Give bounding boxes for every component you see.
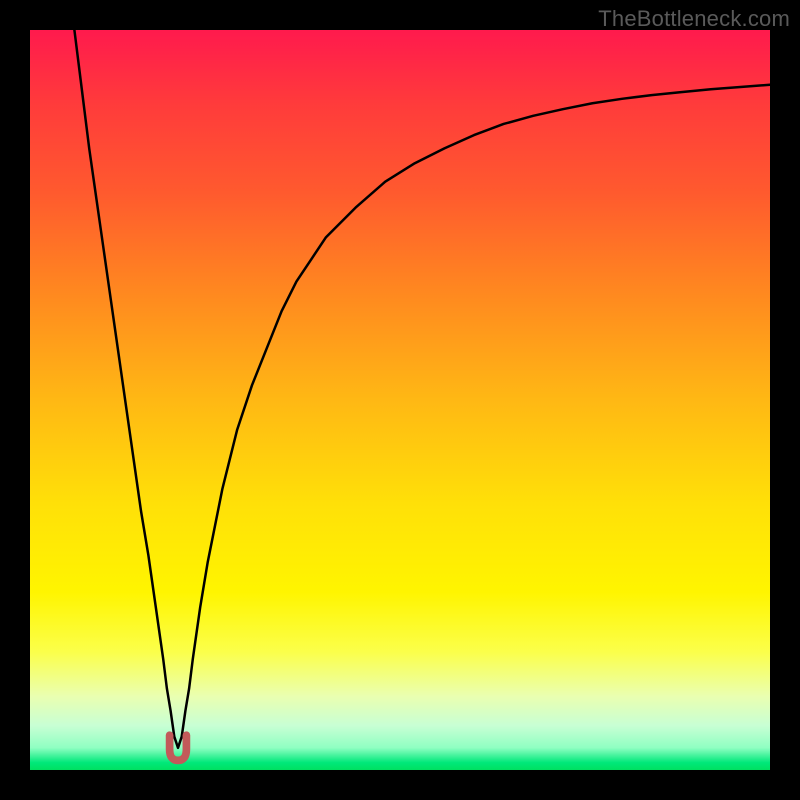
chart-frame: TheBottleneck.com — [0, 0, 800, 800]
watermark-text: TheBottleneck.com — [598, 6, 790, 32]
curve-layer — [30, 30, 770, 770]
bottleneck-curve — [74, 30, 770, 748]
